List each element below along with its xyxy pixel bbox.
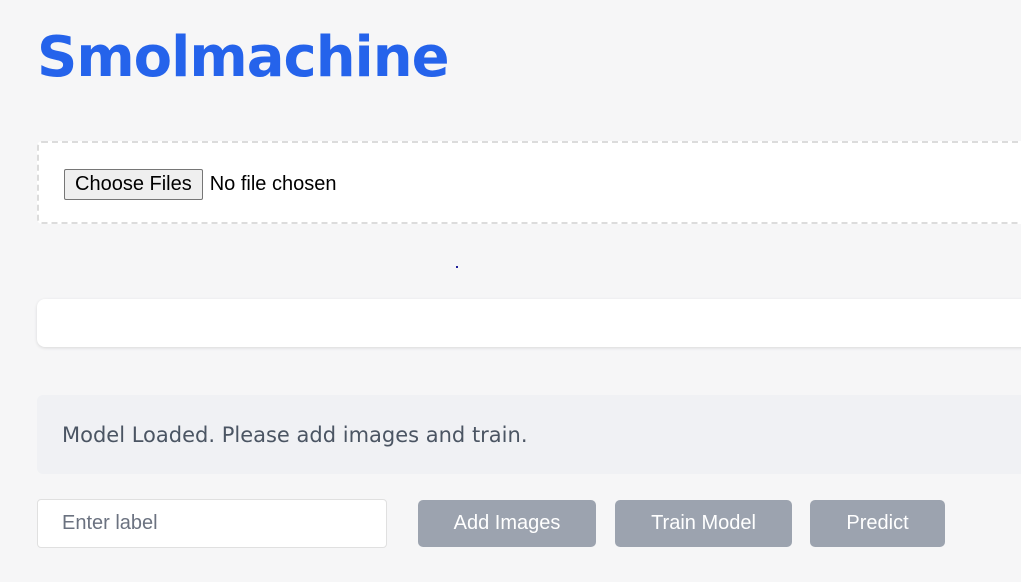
app-title: Smolmachine <box>37 25 450 90</box>
train-model-button[interactable]: Train Model <box>615 500 792 547</box>
file-input[interactable]: Choose Files No file chosen <box>64 169 336 200</box>
choose-files-button[interactable]: Choose Files <box>64 169 203 200</box>
predict-button[interactable]: Predict <box>810 500 945 547</box>
status-panel: Model Loaded. Please add images and trai… <box>37 395 1021 474</box>
image-preview-area <box>37 299 1021 347</box>
loading-dot <box>456 266 458 268</box>
add-images-button[interactable]: Add Images <box>418 500 596 547</box>
file-dropzone[interactable]: Choose Files No file chosen <box>37 141 1021 224</box>
file-status-text: No file chosen <box>209 173 337 195</box>
label-input[interactable] <box>37 499 387 548</box>
status-message: Model Loaded. Please add images and trai… <box>62 423 528 447</box>
app-root: Smolmachine Choose Files No file chosen … <box>0 0 1021 582</box>
